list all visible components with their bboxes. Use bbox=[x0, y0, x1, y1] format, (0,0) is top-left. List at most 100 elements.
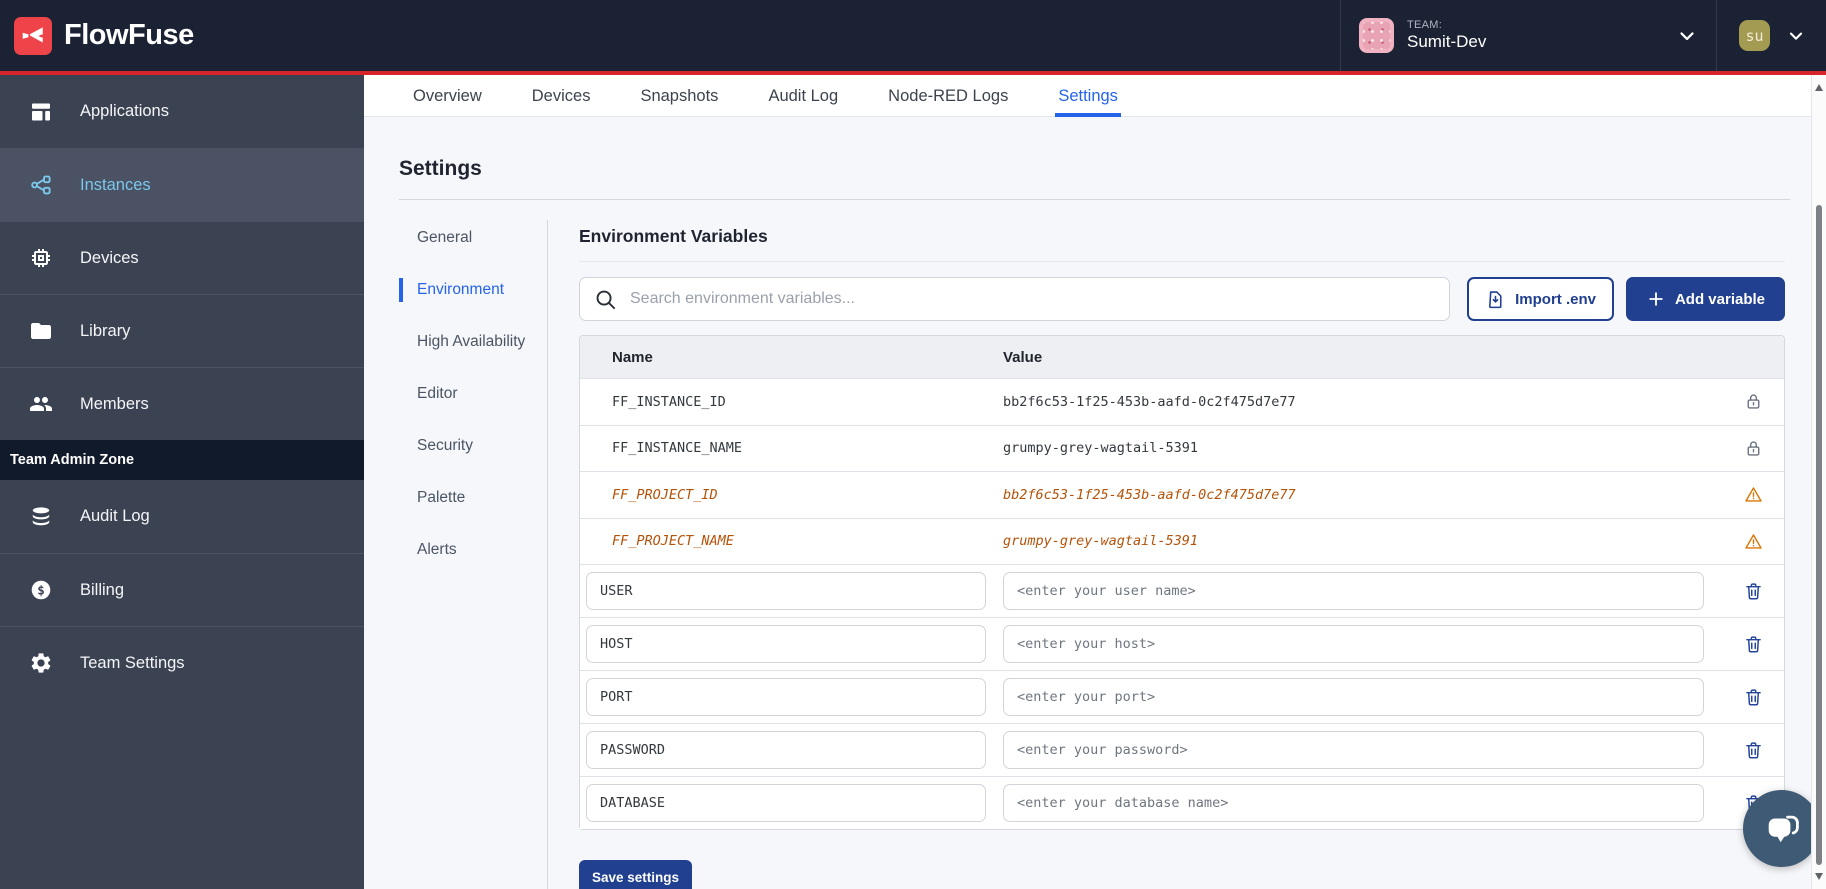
settings-subnav: General Environment High Availability Ed… bbox=[399, 220, 548, 889]
sidebar-item-library[interactable]: Library bbox=[0, 294, 364, 367]
sidebar-item-applications[interactable]: Applications bbox=[0, 75, 364, 148]
sidebar-item-devices[interactable]: Devices bbox=[0, 221, 364, 294]
env-var-name-input[interactable] bbox=[586, 625, 986, 663]
env-var-value-input[interactable] bbox=[1003, 572, 1704, 610]
applications-icon bbox=[29, 100, 53, 124]
flowfuse-mark-icon bbox=[20, 23, 46, 49]
save-settings-button[interactable]: Save settings bbox=[579, 860, 692, 889]
brand-logo[interactable]: FlowFuse bbox=[0, 17, 194, 55]
gear-icon bbox=[29, 651, 53, 675]
tab-node-red-logs[interactable]: Node-RED Logs bbox=[885, 75, 1011, 117]
flowfuse-logo-icon bbox=[14, 17, 52, 55]
table-row: FF_PROJECT_ID bb2f6c53-1f25-453b-aafd-0c… bbox=[580, 471, 1784, 518]
app-window: FlowFuse TEAM: Sumit-Dev su bbox=[0, 0, 1826, 889]
column-header-value: Value bbox=[1003, 349, 1722, 366]
chat-widget-button[interactable] bbox=[1743, 790, 1820, 867]
tab-overview[interactable]: Overview bbox=[410, 75, 485, 117]
instance-tabs: Overview Devices Snapshots Audit Log Nod… bbox=[364, 75, 1826, 117]
env-var-name-input[interactable] bbox=[586, 784, 986, 822]
dollar-icon: $ bbox=[29, 578, 53, 602]
sidebar-item-label: Instances bbox=[80, 176, 151, 195]
warning-icon bbox=[1743, 484, 1764, 505]
chat-bubble-icon bbox=[1761, 808, 1803, 850]
env-var-name: FF_PROJECT_NAME bbox=[580, 533, 1003, 549]
environment-panel: Environment Variables bbox=[579, 220, 1785, 889]
env-var-name: FF_INSTANCE_ID bbox=[580, 394, 1003, 410]
table-row-editable bbox=[580, 670, 1784, 723]
content-area: Settings General Environment High Availa… bbox=[364, 117, 1826, 889]
folder-icon bbox=[29, 319, 53, 343]
column-header-name: Name bbox=[580, 349, 1003, 366]
lock-icon bbox=[1743, 391, 1764, 412]
table-row: FF_INSTANCE_ID bb2f6c53-1f25-453b-aafd-0… bbox=[580, 378, 1784, 425]
env-var-name: FF_PROJECT_ID bbox=[580, 487, 1003, 503]
user-menu[interactable]: su bbox=[1716, 0, 1826, 71]
plus-icon bbox=[1646, 289, 1666, 309]
env-var-value-input[interactable] bbox=[1003, 731, 1704, 769]
page-title: Settings bbox=[399, 157, 1826, 181]
sidebar-item-label: Audit Log bbox=[80, 507, 150, 526]
add-variable-button[interactable]: Add variable bbox=[1626, 277, 1785, 321]
scrollbar-thumb[interactable] bbox=[1816, 205, 1822, 865]
env-var-value: grumpy-grey-wagtail-5391 bbox=[1003, 440, 1722, 456]
sidebar: Applications Instances Devices Library bbox=[0, 75, 364, 889]
brand-name: FlowFuse bbox=[64, 19, 194, 52]
env-variables-table: Name Value FF_INSTANCE_ID bb2f6c53-1f25-… bbox=[579, 335, 1785, 830]
subnav-high-availability[interactable]: High Availability bbox=[399, 330, 531, 354]
tab-audit-log[interactable]: Audit Log bbox=[765, 75, 841, 117]
sidebar-item-label: Applications bbox=[80, 102, 169, 121]
page-title-divider bbox=[399, 199, 1790, 200]
env-var-name-input[interactable] bbox=[586, 572, 986, 610]
subnav-general[interactable]: General bbox=[399, 226, 531, 250]
user-avatar: su bbox=[1739, 20, 1770, 51]
trash-icon[interactable] bbox=[1743, 740, 1764, 761]
trash-icon[interactable] bbox=[1743, 581, 1764, 602]
chevron-down-icon bbox=[1676, 25, 1698, 47]
page-scrollbar[interactable] bbox=[1811, 75, 1826, 889]
search-box bbox=[579, 277, 1450, 321]
scrollbar-down-arrow-icon[interactable] bbox=[1815, 873, 1823, 880]
tab-settings[interactable]: Settings bbox=[1055, 75, 1121, 117]
database-icon bbox=[29, 505, 53, 529]
table-row: FF_PROJECT_NAME grumpy-grey-wagtail-5391 bbox=[580, 518, 1784, 565]
subnav-alerts[interactable]: Alerts bbox=[399, 538, 531, 562]
subnav-editor[interactable]: Editor bbox=[399, 382, 531, 406]
subnav-security[interactable]: Security bbox=[399, 434, 531, 458]
env-var-value-input[interactable] bbox=[1003, 678, 1704, 716]
team-text: TEAM: Sumit-Dev bbox=[1407, 19, 1486, 51]
table-row-editable bbox=[580, 617, 1784, 670]
users-icon bbox=[29, 392, 53, 416]
trash-icon[interactable] bbox=[1743, 634, 1764, 655]
team-selector[interactable]: TEAM: Sumit-Dev bbox=[1340, 0, 1716, 71]
scrollbar-up-arrow-icon[interactable] bbox=[1815, 84, 1823, 91]
env-var-value-input[interactable] bbox=[1003, 784, 1704, 822]
import-env-label: Import .env bbox=[1515, 291, 1596, 308]
env-var-name-input[interactable] bbox=[586, 731, 986, 769]
env-var-name-input[interactable] bbox=[586, 678, 986, 716]
chip-icon bbox=[29, 246, 53, 270]
search-input[interactable] bbox=[630, 290, 1435, 308]
sidebar-item-instances[interactable]: Instances bbox=[0, 148, 364, 221]
env-var-value: bb2f6c53-1f25-453b-aafd-0c2f475d7e77 bbox=[1003, 487, 1722, 503]
env-var-value-input[interactable] bbox=[1003, 625, 1704, 663]
table-header: Name Value bbox=[580, 336, 1784, 378]
sidebar-item-label: Devices bbox=[80, 249, 139, 268]
subnav-environment[interactable]: Environment bbox=[399, 278, 531, 302]
subnav-palette[interactable]: Palette bbox=[399, 486, 531, 510]
warning-icon bbox=[1743, 531, 1764, 552]
env-toolbar: Import .env Add variable bbox=[579, 277, 1785, 321]
import-env-button[interactable]: Import .env bbox=[1467, 277, 1614, 321]
sidebar-item-label: Members bbox=[80, 395, 149, 414]
lock-icon bbox=[1743, 438, 1764, 459]
sidebar-item-members[interactable]: Members bbox=[0, 367, 364, 440]
sidebar-item-billing[interactable]: $ Billing bbox=[0, 553, 364, 626]
sidebar-item-team-settings[interactable]: Team Settings bbox=[0, 626, 364, 699]
instances-icon bbox=[29, 173, 53, 197]
trash-icon[interactable] bbox=[1743, 687, 1764, 708]
import-file-icon bbox=[1485, 289, 1506, 310]
tab-devices[interactable]: Devices bbox=[529, 75, 594, 117]
sidebar-item-audit-log[interactable]: Audit Log bbox=[0, 480, 364, 553]
tab-snapshots[interactable]: Snapshots bbox=[637, 75, 721, 117]
table-row-editable bbox=[580, 723, 1784, 776]
team-avatar bbox=[1359, 18, 1394, 53]
